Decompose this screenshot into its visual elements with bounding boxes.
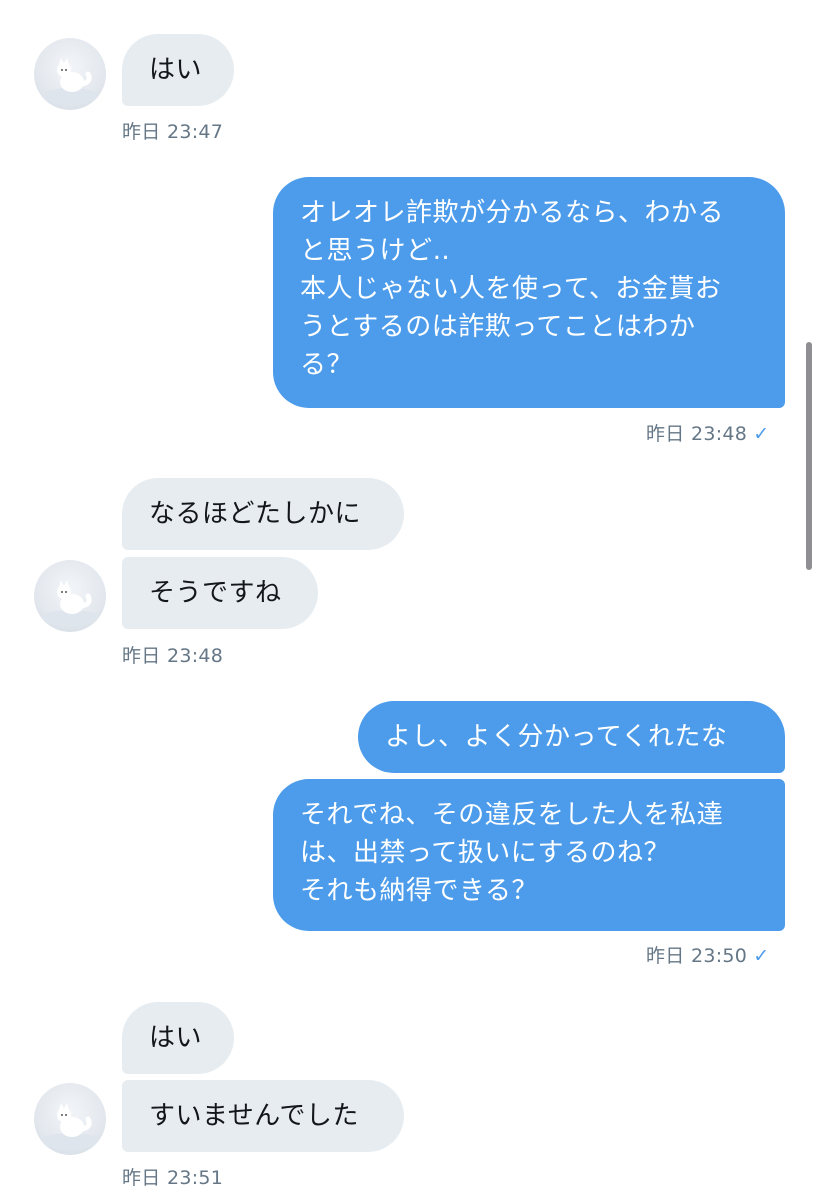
timestamp-text: 昨日 23:51 [122, 1167, 224, 1189]
message-timestamp: 昨日 23:50 ✓ [646, 941, 769, 968]
checkmark-icon: ✓ [753, 423, 770, 445]
message-bubble-outgoing[interactable]: それでね、その違反をした人を私達 は、出禁って扱いにするのね？ それも納得できる… [273, 779, 785, 931]
message-bubble-incoming[interactable]: はい [122, 34, 234, 106]
message-bubble-incoming[interactable]: そうですね [122, 557, 318, 629]
timestamp-text: 昨日 23:50 [646, 945, 748, 967]
message-timestamp: 昨日 23:48 ✓ [646, 419, 769, 446]
message-bubble-outgoing[interactable]: よし、よく分かってくれたな [358, 701, 785, 773]
message-bubble-outgoing[interactable]: オレオレ詐欺が分かるなら、わかる と思うけど‥ 本人じゃない人を使って、お金貰お… [273, 177, 785, 408]
timestamp-text: 昨日 23:48 [646, 423, 748, 445]
message-timestamp: 昨日 23:51 [122, 1163, 223, 1190]
message-bubble-incoming[interactable]: はい [122, 1002, 234, 1074]
timestamp-text: 昨日 23:47 [122, 121, 224, 143]
checkmark-icon: ✓ [753, 945, 770, 967]
message-timestamp: 昨日 23:47 [122, 117, 223, 144]
message-bubble-incoming[interactable]: なるほどたしかに [122, 478, 404, 550]
message-timestamp: 昨日 23:48 [122, 641, 223, 668]
arctic-fox-avatar-icon[interactable] [34, 560, 106, 632]
arctic-fox-avatar-icon[interactable] [34, 1083, 106, 1155]
dm-conversation: はい 昨日 23:47 オレオレ詐欺が分かるなら、わかる と思うけど‥ 本人じゃ… [0, 0, 819, 1200]
arctic-fox-avatar-icon[interactable] [34, 38, 106, 110]
scrollbar[interactable] [806, 342, 812, 570]
timestamp-text: 昨日 23:48 [122, 645, 224, 667]
message-bubble-incoming[interactable]: すいませんでした [122, 1080, 404, 1152]
